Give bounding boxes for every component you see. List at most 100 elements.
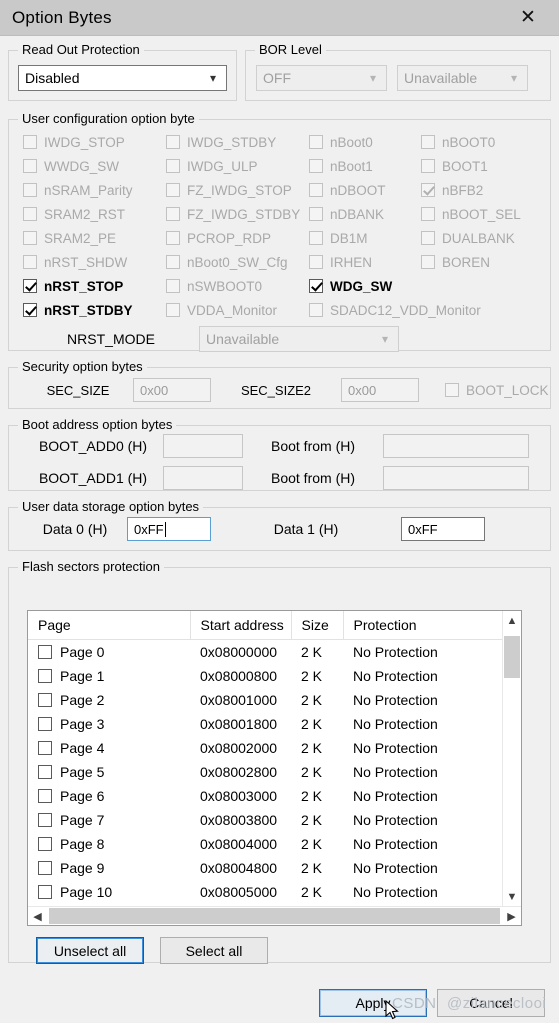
dialog-content: Read Out Protection Disabled ▾ BOR Level… (0, 42, 559, 964)
nrst-mode-value: Unavailable (206, 331, 280, 347)
page-checkbox[interactable] (38, 860, 52, 875)
table-header-row: Page Start address Size Protection (28, 611, 502, 640)
page-cell-wrap: Page 7 (38, 812, 190, 828)
table-row[interactable]: Page 6 0x08003000 2 K No Protection (28, 783, 502, 808)
security-option-bytes-group: Security option bytes SEC_SIZE 0x00 SEC_… (8, 359, 551, 409)
page-cell-wrap: Page 9 (38, 860, 190, 876)
vertical-scrollbar[interactable]: ▲ ▼ (502, 611, 521, 906)
cancel-button[interactable]: Cancel (437, 989, 545, 1017)
cell-start-address: 0x08003000 (190, 783, 291, 808)
chevron-left-icon[interactable]: ◀ (28, 907, 47, 925)
checkbox-label-nswboot0: nSWBOOT0 (187, 278, 263, 294)
user-data-storage-group: User data storage option bytes Data 0 (H… (8, 499, 551, 551)
horizontal-scrollbar-thumb[interactable] (49, 908, 500, 924)
cell-size: 2 K (291, 807, 343, 832)
cell-size: 2 K (291, 879, 343, 904)
unselect-all-button[interactable]: Unselect all (36, 937, 144, 964)
column-header-start-address[interactable]: Start address (190, 611, 292, 640)
nrst-mode-label: NRST_MODE (67, 331, 155, 347)
column-header-page[interactable]: Page (28, 611, 191, 640)
window-title: Option Bytes (12, 7, 112, 27)
checkbox-label-irhen: IRHEN (330, 254, 373, 270)
table-row[interactable]: Page 1 0x08000800 2 K No Protection (28, 663, 502, 688)
page-label: Page 10 (60, 883, 113, 900)
cell-page: Page 2 (28, 687, 190, 712)
table-row[interactable]: Page 5 0x08002800 2 K No Protection (28, 759, 502, 784)
table-row[interactable]: Page 4 0x08002000 2 K No Protection (28, 735, 502, 760)
checkbox-label-nsram_parity: nSRAM_Parity (44, 182, 133, 198)
checkbox-wdg_sw[interactable] (309, 279, 323, 293)
cell-protection: No Protection (343, 735, 502, 760)
cell-size: 2 K (291, 783, 343, 808)
page-label: Page 1 (60, 667, 105, 684)
table-row[interactable]: Page 2 0x08001000 2 K No Protection (28, 687, 502, 712)
table-row[interactable]: Page 3 0x08001800 2 K No Protection (28, 711, 502, 736)
page-label: Page 6 (60, 787, 105, 804)
table-row[interactable]: Page 10 0x08005000 2 K No Protection (28, 879, 502, 904)
page-checkbox[interactable] (38, 884, 52, 899)
page-checkbox[interactable] (38, 692, 52, 707)
data0-label: Data 0 (H) (42, 521, 108, 537)
vertical-scrollbar-track[interactable] (503, 630, 521, 887)
column-header-protection[interactable]: Protection (343, 611, 502, 640)
table-row[interactable]: Page 8 0x08004000 2 K No Protection (28, 831, 502, 856)
page-checkbox[interactable] (38, 812, 52, 827)
chevron-down-icon[interactable]: ▼ (503, 887, 521, 906)
read-out-protection-select[interactable]: Disabled ▾ (18, 65, 227, 91)
cell-start-address: 0x08005000 (190, 879, 291, 904)
chevron-right-icon[interactable]: ▶ (502, 907, 521, 925)
vertical-scrollbar-thumb[interactable] (504, 636, 520, 678)
bor-level-legend: BOR Level (255, 42, 326, 57)
boot-add0-input[interactable] (163, 434, 243, 458)
checkbox-label-sram2_rst: SRAM2_RST (44, 206, 126, 222)
column-header-size[interactable]: Size (291, 611, 344, 640)
table-row[interactable]: Page 9 0x08004800 2 K No Protection (28, 855, 502, 880)
cell-start-address: 0x08002800 (190, 759, 291, 784)
table-row[interactable]: Page 0 0x08000000 2 K No Protection (28, 639, 502, 664)
page-checkbox[interactable] (38, 668, 52, 683)
page-checkbox[interactable] (38, 788, 52, 803)
checkbox-nboot1 (309, 159, 323, 173)
data0-value: 0xFF (134, 521, 164, 537)
select-all-button[interactable]: Select all (160, 937, 268, 964)
apply-button[interactable]: Apply (319, 989, 427, 1017)
page-checkbox[interactable] (38, 716, 52, 731)
page-checkbox[interactable] (38, 764, 52, 779)
page-label: Page 0 (60, 643, 105, 660)
checkbox-cell-sram2_rst: SRAM2_RST (23, 202, 166, 226)
page-checkbox[interactable] (38, 740, 52, 755)
checkbox-label-nboot1: nBoot1 (330, 158, 373, 174)
checkbox-ndbank (309, 207, 323, 221)
cell-protection: No Protection (343, 879, 502, 904)
checkbox-cell-nrst_stdby: nRST_STDBY (23, 298, 166, 322)
boot-add1-input[interactable] (163, 466, 243, 490)
checkbox-label-fz_iwdg_stdby: FZ_IWDG_STDBY (187, 206, 301, 222)
horizontal-scrollbar[interactable]: ◀ ▶ (28, 906, 521, 925)
dialog-action-buttons: Apply Cancel (0, 989, 559, 1017)
checkbox-label-nrst_shdw: nRST_SHDW (44, 254, 128, 270)
page-checkbox[interactable] (38, 644, 52, 659)
page-label: Page 3 (60, 715, 105, 732)
chevron-up-icon[interactable]: ▲ (503, 611, 521, 630)
table-row[interactable]: Page 7 0x08003800 2 K No Protection (28, 807, 502, 832)
checkbox-label-nrst_stop: nRST_STOP (44, 278, 124, 294)
close-icon[interactable]: ✕ (511, 3, 545, 33)
flash-sectors-table-scroll-area: Page Start address Size Protection Page … (28, 611, 502, 906)
page-cell-wrap: Page 10 (38, 884, 190, 900)
checkbox-label-db1m: DB1M (330, 230, 368, 246)
checkbox-nrst_stop[interactable] (23, 279, 37, 293)
data1-input[interactable]: 0xFF (401, 517, 485, 541)
checkbox-label-vdda_monitor: VDDA_Monitor (187, 302, 278, 318)
cell-page: Page 6 (28, 783, 190, 808)
checkbox-cell-wwdg_sw: WWDG_SW (23, 154, 166, 178)
bor-level-group: BOR Level OFF ▾ Unavailable ▾ (245, 42, 551, 101)
checkbox-nrst_stdby[interactable] (23, 303, 37, 317)
cell-start-address: 0x08002000 (190, 735, 291, 760)
data0-input[interactable]: 0xFF (127, 517, 211, 541)
checkbox-label-ndbank: nDBANK (330, 206, 385, 222)
checkbox-cell-nboot0: nBOOT0 (421, 130, 549, 154)
horizontal-scrollbar-track[interactable] (47, 907, 502, 925)
page-checkbox[interactable] (38, 836, 52, 851)
cell-protection: No Protection (343, 687, 502, 712)
page-cell-wrap: Page 5 (38, 764, 190, 780)
